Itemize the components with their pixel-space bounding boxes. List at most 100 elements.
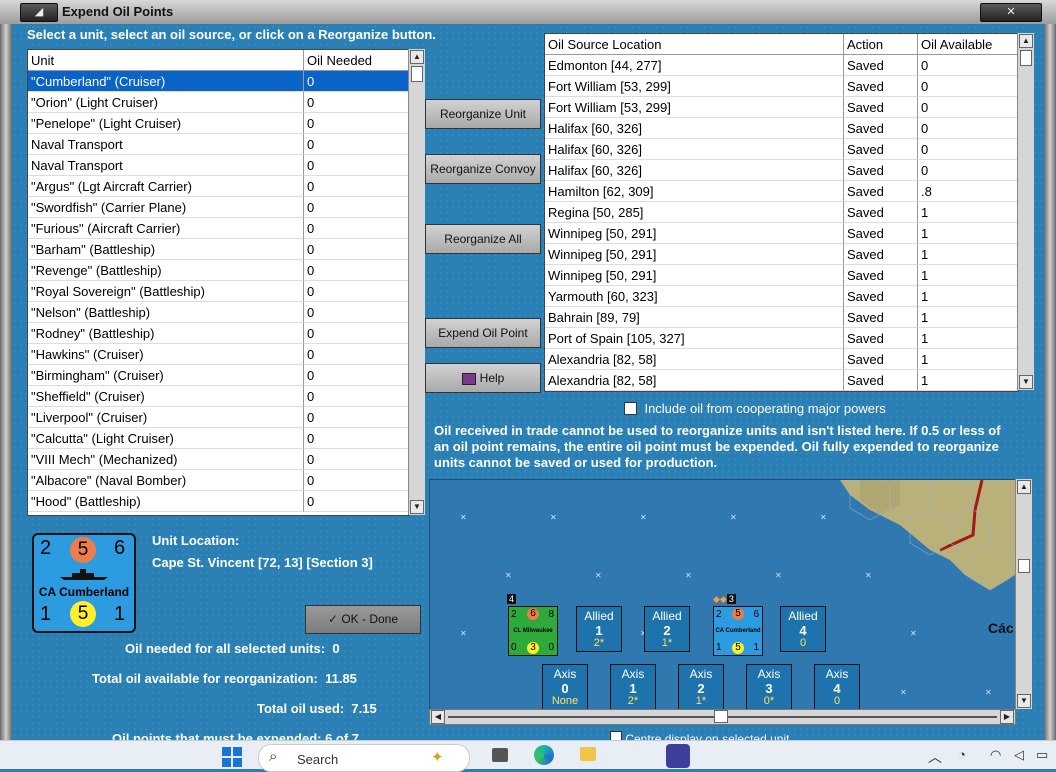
oil-action-cell: Saved (844, 118, 918, 139)
axis-box[interactable]: Axis 4 0 (814, 664, 860, 710)
table-row[interactable]: "Liverpool" (Cruiser) 0 (28, 407, 409, 428)
axis-box[interactable]: Axis 2 1* (678, 664, 724, 710)
table-row[interactable]: "Sheffield" (Cruiser) 0 (28, 386, 409, 407)
column-header[interactable]: Unit (28, 50, 304, 71)
column-header[interactable]: Action (844, 34, 918, 55)
reorganize-all-button[interactable]: Reorganize All (425, 224, 541, 254)
table-row[interactable]: Port of Spain [105, 327] Saved 1 (545, 328, 1018, 349)
table-row[interactable]: "Swordfish" (Carrier Plane) 0 (28, 197, 409, 218)
centre-display-checkbox[interactable]: Centre display on selected unit (610, 731, 789, 740)
scroll-down-icon[interactable]: ▼ (1017, 694, 1031, 708)
map-vscrollbar[interactable]: ▲ ▼ (1015, 479, 1032, 709)
table-row[interactable]: "Orion" (Light Cruiser) 0 (28, 92, 409, 113)
map-hscrollbar[interactable]: ◀ ▶ (429, 709, 1016, 725)
network-status-icon[interactable]: ◔ (958, 747, 966, 762)
volume-icon[interactable]: ◁ (1014, 747, 1024, 763)
scroll-down-icon[interactable]: ▼ (410, 500, 424, 514)
table-row[interactable]: "Cumberland" (Cruiser) 0 (28, 71, 409, 92)
help-button[interactable]: Help (425, 363, 541, 393)
table-row[interactable]: Edmonton [44, 277] Saved 0 (545, 55, 1018, 76)
table-row[interactable]: Winnipeg [50, 291] Saved 1 (545, 223, 1018, 244)
table-row[interactable]: Regina [50, 285] Saved 1 (545, 202, 1018, 223)
scroll-thumb[interactable] (1018, 559, 1030, 573)
ship1-attack: 2 (511, 609, 517, 620)
table-row[interactable]: Alexandria [82, 58] Saved 1 (545, 349, 1018, 370)
game-app-icon[interactable] (666, 744, 690, 768)
table-row[interactable]: Fort William [53, 299] Saved 0 (545, 97, 1018, 118)
table-row[interactable]: "Hood" (Battleship) 0 (28, 491, 409, 512)
table-row[interactable]: "Furious" (Aircraft Carrier) 0 (28, 218, 409, 239)
scroll-thumb[interactable] (1020, 50, 1032, 66)
scroll-thumb[interactable] (411, 66, 423, 82)
table-row[interactable]: "Calcutta" (Light Cruiser) 0 (28, 428, 409, 449)
map-unit-milwaukee[interactable]: 2 6 8 CL Milwaukee 0 3 0 (508, 606, 558, 656)
close-button[interactable]: ✕ (980, 3, 1042, 22)
svg-text:✕: ✕ (595, 571, 602, 580)
table-row[interactable]: Alexandria [82, 58] Saved 1 (545, 370, 1018, 391)
table-row[interactable]: "Argus" (Lgt Aircraft Carrier) 0 (28, 176, 409, 197)
scroll-right-icon[interactable]: ▶ (1000, 710, 1014, 724)
edge-browser-icon[interactable] (534, 745, 554, 765)
table-row[interactable]: Winnipeg [50, 291] Saved 1 (545, 244, 1018, 265)
table-row[interactable]: Fort William [53, 299] Saved 0 (545, 76, 1018, 97)
task-view-icon[interactable] (492, 748, 508, 762)
column-header[interactable]: Oil Needed (304, 50, 409, 71)
expend-oil-point-button[interactable]: Expend Oil Point (425, 318, 541, 348)
axis-box[interactable]: Axis 1 2* (610, 664, 656, 710)
ok-done-button[interactable]: ✓ OK - Done (305, 605, 421, 634)
scroll-up-icon[interactable]: ▲ (1017, 480, 1031, 494)
allied-box-num: 2 (663, 623, 671, 638)
table-row[interactable]: "Revenge" (Battleship) 0 (28, 260, 409, 281)
oil-needed-cell: 0 (304, 323, 409, 344)
battery-icon[interactable]: ▭ (1036, 747, 1048, 763)
table-row[interactable]: "Royal Sovereign" (Battleship) 0 (28, 281, 409, 302)
reorganize-convoy-button[interactable]: Reorganize Convoy (425, 154, 541, 184)
table-row[interactable]: Hamilton [62, 309] Saved .8 (545, 181, 1018, 202)
column-header[interactable]: Oil Source Location (545, 34, 844, 55)
allied-box[interactable]: Allied 4 0 (780, 606, 826, 652)
scroll-left-icon[interactable]: ◀ (431, 710, 445, 724)
axis-box[interactable]: Axis 0 None (542, 664, 588, 710)
wifi-icon[interactable]: ◠ (990, 747, 1001, 763)
ship1-defense: 6 (527, 608, 539, 620)
table-row[interactable]: Halifax [60, 326] Saved 0 (545, 160, 1018, 181)
oil-location-cell: Bahrain [89, 79] (545, 307, 844, 328)
file-explorer-icon[interactable] (580, 747, 596, 761)
table-row[interactable]: Winnipeg [50, 291] Saved 1 (545, 265, 1018, 286)
svg-text:✕: ✕ (820, 513, 827, 522)
map-view[interactable]: ✕✕✕✕✕ ✕✕✕✕✕ ✕✕✕✕✕ ✕✕ Các 4 2 6 8 CL Milw… (429, 479, 1016, 711)
table-row[interactable]: "VIII Mech" (Mechanized) 0 (28, 449, 409, 470)
table-row[interactable]: Halifax [60, 326] Saved 0 (545, 118, 1018, 139)
table-row[interactable]: Halifax [60, 326] Saved 0 (545, 139, 1018, 160)
checkbox-box[interactable] (624, 402, 637, 416)
windows-start-icon[interactable] (222, 747, 242, 767)
table-row[interactable]: Naval Transport 0 (28, 155, 409, 176)
axis-box[interactable]: Axis 3 0* (746, 664, 792, 710)
table-row[interactable]: "Nelson" (Battleship) 0 (28, 302, 409, 323)
units-scrollbar[interactable]: ▲ ▼ (408, 49, 425, 515)
table-row[interactable]: "Hawkins" (Cruiser) 0 (28, 344, 409, 365)
scroll-up-icon[interactable]: ▲ (410, 50, 424, 64)
reorganize-unit-button[interactable]: Reorganize Unit (425, 99, 541, 129)
window-menu-icon[interactable]: ◢ (20, 3, 58, 22)
oil-location-cell: Port of Spain [105, 327] (545, 328, 844, 349)
table-row[interactable]: "Rodney" (Battleship) 0 (28, 323, 409, 344)
scroll-thumb[interactable] (714, 710, 728, 723)
scroll-down-icon[interactable]: ▼ (1019, 375, 1033, 389)
table-row[interactable]: "Albacore" (Naval Bomber) 0 (28, 470, 409, 491)
column-header[interactable]: Oil Available (918, 34, 1018, 55)
table-row[interactable]: Naval Transport 0 (28, 134, 409, 155)
allied-box[interactable]: Allied 1 2* (576, 606, 622, 652)
scroll-up-icon[interactable]: ▲ (1019, 34, 1033, 48)
include-cooperating-checkbox[interactable]: Include oil from cooperating major power… (624, 400, 886, 416)
oil-location-cell: Winnipeg [50, 291] (545, 244, 844, 265)
table-row[interactable]: "Barham" (Battleship) 0 (28, 239, 409, 260)
oil-scrollbar[interactable]: ▲ ▼ (1017, 33, 1034, 390)
table-row[interactable]: "Penelope" (Light Cruiser) 0 (28, 113, 409, 134)
table-row[interactable]: "Birmingham" (Cruiser) 0 (28, 365, 409, 386)
table-row[interactable]: Bahrain [89, 79] Saved 1 (545, 307, 1018, 328)
table-row[interactable]: Yarmouth [60, 323] Saved 1 (545, 286, 1018, 307)
chevron-up-icon[interactable]: ︿ (928, 747, 942, 767)
allied-box[interactable]: Allied 2 1* (644, 606, 690, 652)
map-unit-cumberland[interactable]: 2 5 6 CA Cumberland 1 5 1 (713, 606, 763, 656)
